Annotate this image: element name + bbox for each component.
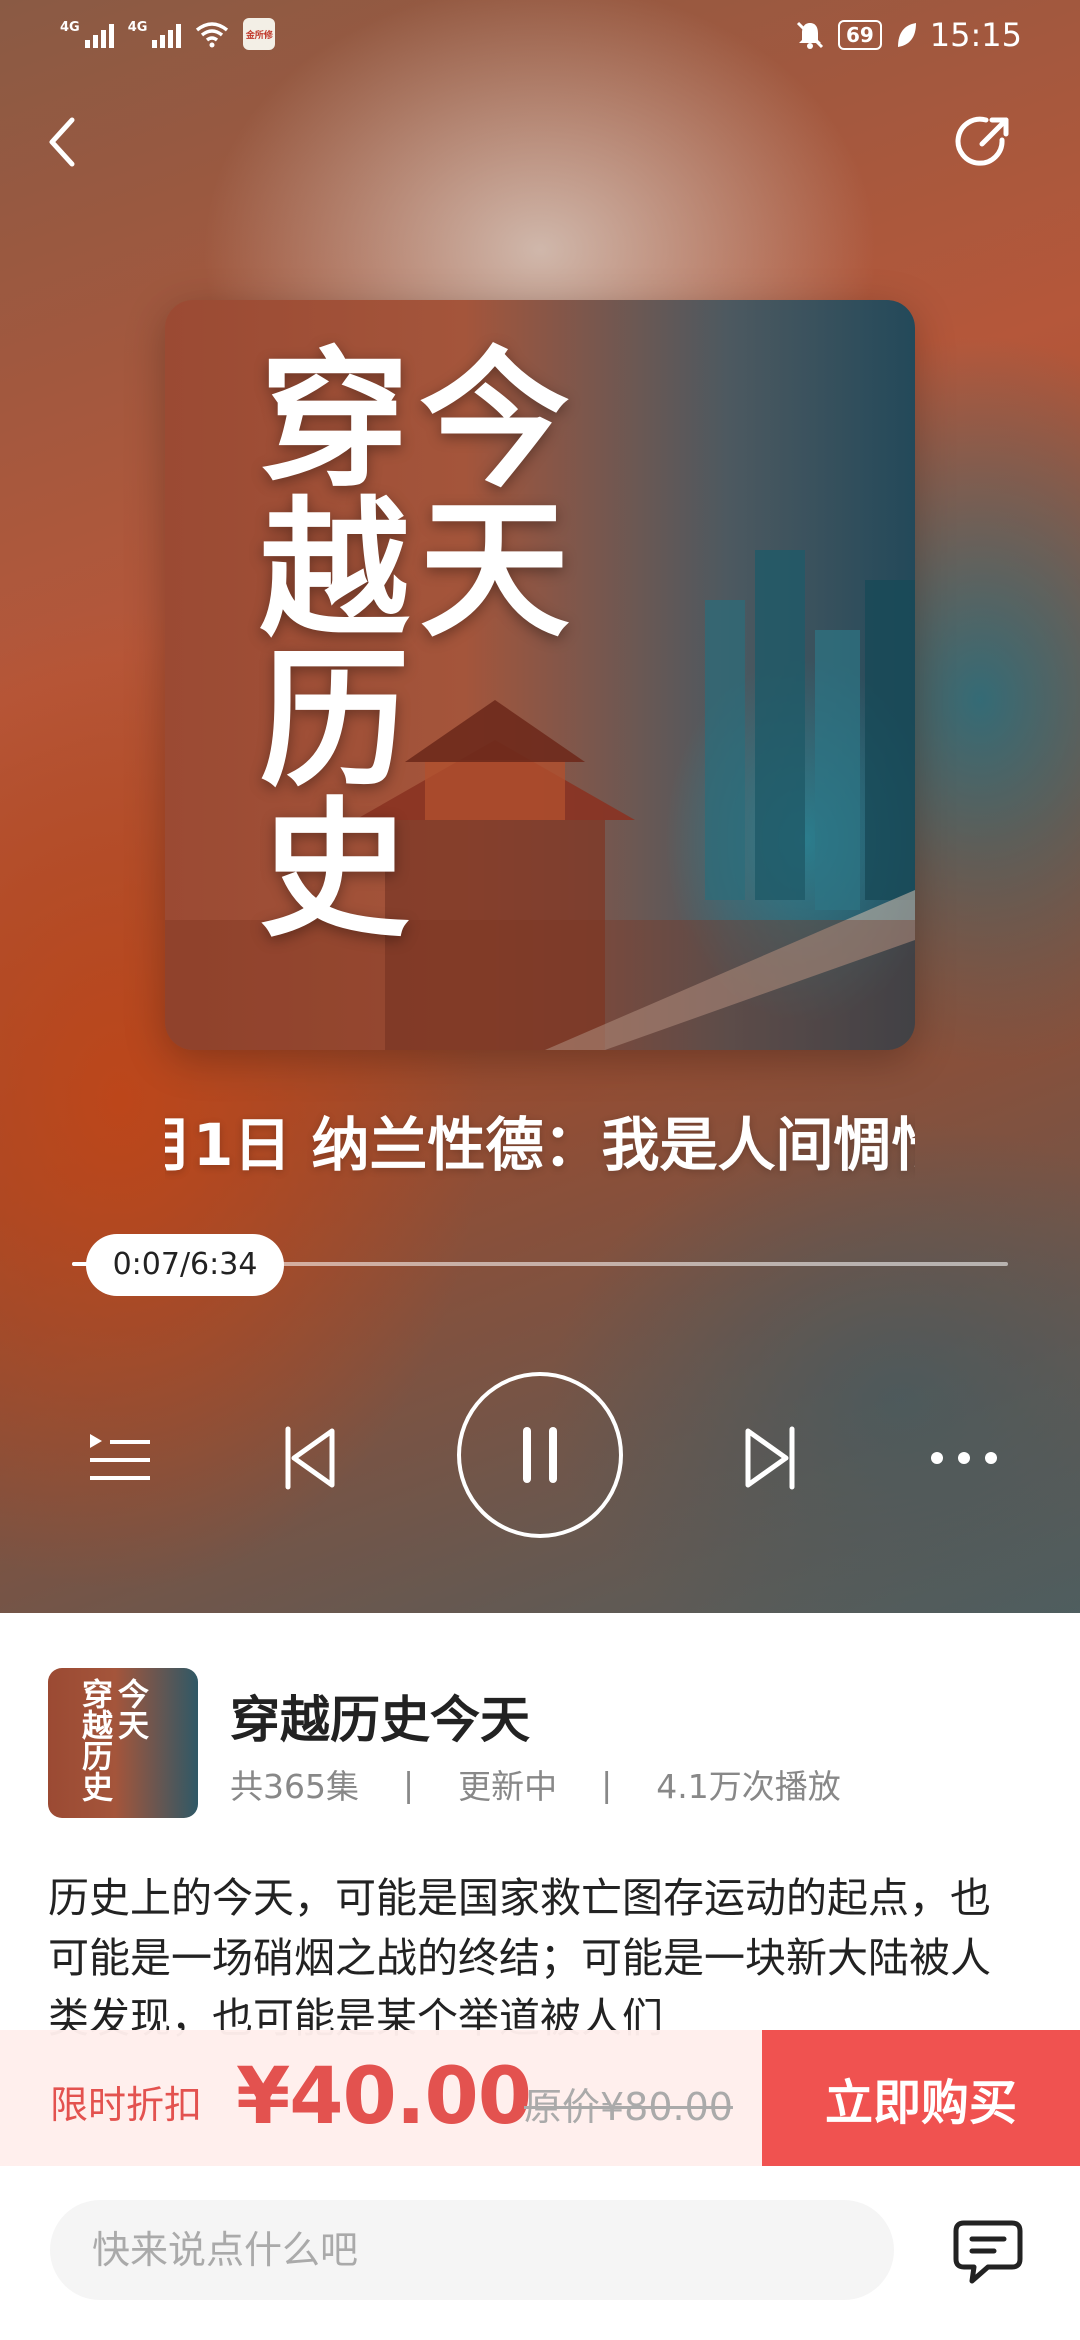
app-notification-icon: 金所修 [243,18,276,50]
comment-input[interactable] [50,2200,894,2300]
meta-separator: | [601,1764,613,1804]
clock: 15:15 [929,16,1022,54]
previous-button[interactable] [260,1408,360,1508]
discount-label: 限时折扣 [50,2083,203,2127]
pause-button[interactable] [457,1372,623,1538]
discount-price: ¥40.00 [236,2052,532,2142]
cover-title-line2: 今天 [394,340,568,640]
mute-bell-icon [796,21,823,49]
status-bar: 4G 4G 金所修 69 15:15 [0,0,1080,76]
album-thumbnail[interactable]: 今天 穿越历史 [48,1668,198,1818]
comment-icon [953,2220,1023,2284]
more-button[interactable] [914,1408,1014,1508]
share-icon [955,116,1009,166]
previous-icon [285,1426,335,1490]
pause-icon [523,1427,557,1483]
leaf-icon [897,23,916,47]
buy-now-button[interactable]: 立即购买 [762,2030,1080,2166]
comments-button[interactable] [944,2208,1032,2296]
network-type-2: 4G [127,20,148,35]
progress-thumb[interactable]: 0:07/6:34 [86,1234,284,1296]
album-meta: 共365集 | 更新中 | 4.1万次播放 [230,1760,841,1808]
playlist-button[interactable] [70,1408,170,1508]
album-description: 历史上的今天，可能是国家救亡图存运动的起点，也可能是一场硝烟之战的终结；可能是一… [48,1874,991,2042]
share-button[interactable] [944,102,1024,182]
promo-bar: 限时折扣 ¥40.00 原价¥80.00 立即购买 [0,2030,1080,2166]
more-icon [931,1452,997,1464]
playlist-icon [90,1434,150,1480]
album-info[interactable]: 今天 穿越历史 穿越历史今天 共365集 | 更新中 | 4.1万次播放 [48,1668,1038,1818]
wifi-icon [196,22,229,48]
network-type: 4G [60,20,80,35]
player-panel: 4G 4G 金所修 69 15:15 穿越历史 今天 1日 纳兰性德：我是人间惆… [0,0,1080,1613]
album-cover: 穿越历史 今天 [165,300,915,1050]
original-price: 原价¥80.00 [524,2085,733,2129]
signal-icon-2: 4G [128,20,182,48]
back-button[interactable] [24,102,104,182]
album-name: 穿越历史今天 [230,1691,530,1749]
meta-separator: | [403,1764,415,1804]
play-count: 4.1万次播放 [656,1767,841,1806]
back-icon [49,117,75,167]
cover-title-line1: 穿越历史 [234,340,408,940]
battery-indicator: 69 [837,20,882,50]
thumb-title-line1: 穿越历史 [76,1678,112,1802]
next-button[interactable] [720,1408,820,1508]
comment-bar [0,2166,1080,2340]
episode-title-text: 月1日 纳兰性德：我是人间惆怅客 [165,1111,915,1179]
next-icon [745,1426,795,1490]
signal-icon: 4G [60,20,114,48]
update-status: 更新中 [458,1767,558,1806]
episode-title: 月1日 纳兰性德：我是人间惆怅客 [165,1105,915,1185]
episode-count: 共365集 [230,1767,359,1806]
thumb-title-line2: 今天 [112,1678,148,1740]
